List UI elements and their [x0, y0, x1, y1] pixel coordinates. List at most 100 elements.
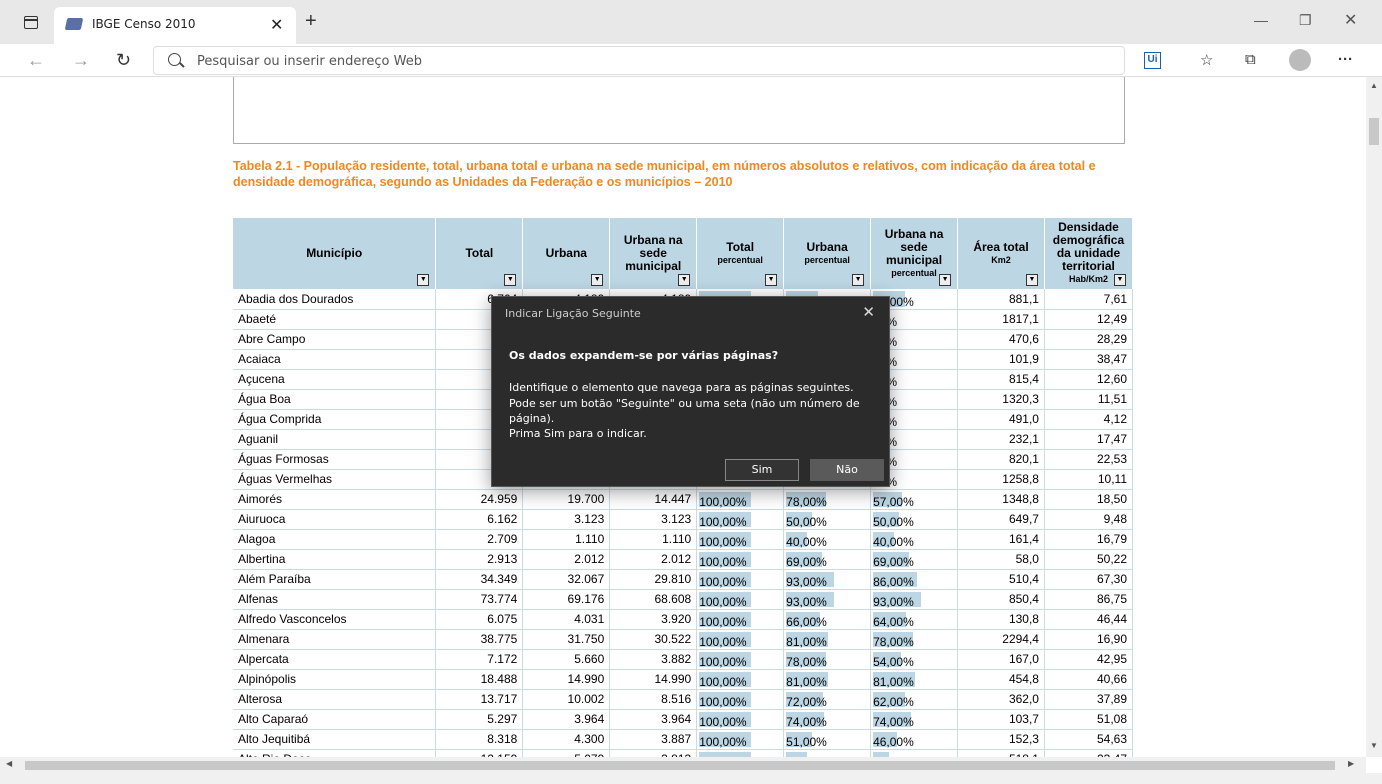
scroll-up-icon[interactable]: ▲ [1370, 81, 1378, 90]
search-icon [168, 53, 181, 66]
no-button[interactable]: Não [810, 459, 884, 481]
table-cell: 69,00% [870, 549, 959, 570]
percent-value: 81,00% [786, 635, 827, 649]
favorites-icon[interactable]: ☆ [1200, 51, 1213, 69]
filter-dropdown-icon[interactable]: ▼ [504, 274, 517, 286]
new-tab-icon[interactable]: + [305, 10, 317, 33]
address-input[interactable]: Pesquisar ou inserir endereço Web [153, 46, 1125, 75]
percent-value: 100,00% [699, 695, 747, 709]
filter-dropdown-icon[interactable]: ▼ [852, 274, 865, 286]
table-cell: 100,00% [696, 629, 785, 650]
filter-dropdown-icon[interactable]: ▼ [765, 274, 778, 286]
dialog-close-icon[interactable]: ✕ [862, 303, 875, 321]
table-cell: 8.516 [609, 689, 698, 710]
column-label: Urbana na sede municipal [884, 226, 944, 267]
table-cell: 10.002 [522, 689, 611, 710]
column-header: Área total Km2 ▼ [957, 218, 1045, 289]
table-cell: 74,00% [870, 709, 959, 730]
table-cell: 4,12 [1044, 409, 1134, 430]
table-cell: 18,50 [1044, 489, 1134, 510]
table-cell: Almenara [233, 629, 437, 650]
browser-tab[interactable]: IBGE Censo 2010 ✕ [54, 7, 296, 44]
table-cell: Alfredo Vasconcelos [233, 609, 437, 630]
table-cell: 2.012 [609, 549, 698, 570]
dialog-question: Os dados expandem-se por várias páginas? [509, 349, 779, 362]
table-cell: 470,6 [957, 329, 1045, 350]
percent-value: 93,00% [873, 595, 914, 609]
column-header: Total percentual ▼ [696, 218, 785, 289]
forward-icon[interactable]: → [72, 50, 90, 71]
column-label: Urbana [545, 246, 587, 260]
filter-dropdown-icon[interactable]: ▼ [678, 274, 691, 286]
column-label: Densidade demográfica da unidade territo… [1052, 220, 1125, 273]
table-cell: 13.717 [435, 689, 524, 710]
filter-dropdown-icon[interactable]: ▼ [591, 274, 604, 286]
table-cell: 232,1 [957, 429, 1045, 450]
table-row: Albertina 2.913 2.012 2.012 100,00% 69,00% 69,… [233, 549, 1134, 570]
address-bar-row: ← → ↻ Pesquisar ou inserir endereço Web … [0, 44, 1382, 77]
table-cell: 32.067 [522, 569, 611, 590]
scroll-right-icon[interactable]: ▶ [1348, 759, 1354, 768]
tab-actions-icon[interactable] [24, 16, 38, 29]
table-cell: 5.079 [522, 749, 611, 757]
table-cell: 50,00% [783, 509, 872, 530]
table-cell: 3.887 [609, 729, 698, 750]
more-icon[interactable]: ··· [1338, 51, 1353, 68]
vertical-scroll-thumb[interactable] [1369, 118, 1379, 145]
percent-value: 78,00% [786, 655, 827, 669]
restore-icon[interactable]: ❐ [1299, 12, 1312, 29]
table-cell: 5.297 [435, 709, 524, 730]
filter-dropdown-icon[interactable]: ▼ [939, 274, 952, 286]
refresh-icon[interactable]: ↻ [116, 50, 131, 71]
table-cell: 3.920 [609, 609, 698, 630]
table-cell: 51,08 [1044, 709, 1134, 730]
vertical-scrollbar[interactable]: ▲ ▼ [1366, 77, 1382, 757]
back-icon[interactable]: ← [27, 50, 45, 71]
close-window-icon[interactable]: ✕ [1344, 10, 1357, 30]
table-cell: 22,53 [1044, 449, 1134, 470]
table-cell: 68.608 [609, 589, 698, 610]
table-cell: Alterosa [233, 689, 437, 710]
table-cell: 40,00% [870, 529, 959, 550]
filter-dropdown-icon[interactable]: ▼ [417, 274, 430, 286]
table-cell: 50,00% [870, 509, 959, 530]
table-cell: 12,60 [1044, 369, 1134, 390]
table-cell: 81,00% [870, 669, 959, 690]
immersive-reader-icon[interactable]: Ui [1144, 52, 1161, 69]
table-cell: Acaiaca [233, 349, 437, 370]
table-cell: 1320,3 [957, 389, 1045, 410]
table-cell: 815,4 [957, 369, 1045, 390]
yes-button[interactable]: Sim [725, 459, 799, 481]
table-cell: 100,00% [696, 569, 785, 590]
table-cell: 3.964 [609, 709, 698, 730]
column-header: Urbana ▼ [522, 218, 611, 289]
filter-dropdown-icon[interactable]: ▼ [1025, 274, 1038, 286]
table-cell: 4.300 [522, 729, 611, 750]
table-cell: 29.810 [609, 569, 698, 590]
horizontal-scroll-thumb[interactable] [25, 761, 1335, 770]
table-header: Município ▼ Total ▼ Urbana ▼ Urbana na sede mu… [233, 218, 1134, 289]
table-row: Alfredo Vasconcelos 6.075 4.031 3.920 100,00… [233, 609, 1134, 630]
percent-value: 86,00% [873, 575, 914, 589]
table-cell: 3.882 [609, 649, 698, 670]
table-cell: 16,90 [1044, 629, 1134, 650]
minimize-icon[interactable]: — [1254, 12, 1268, 28]
profile-avatar[interactable] [1289, 49, 1311, 71]
scroll-left-icon[interactable]: ◀ [6, 759, 12, 768]
collections-icon[interactable]: ⧉ [1245, 51, 1256, 68]
filter-dropdown-icon[interactable]: ▼ [1114, 274, 1126, 286]
scroll-down-icon[interactable]: ▼ [1370, 741, 1378, 750]
horizontal-scrollbar[interactable]: ◀ ▶ [0, 757, 1366, 773]
close-tab-icon[interactable]: ✕ [270, 15, 283, 35]
table-cell: 2.913 [435, 549, 524, 570]
table-caption: Tabela 2.1 - População residente, total,… [233, 159, 1096, 189]
column-header: Urbana na sede municipal percentual ▼ [870, 218, 959, 289]
table-cell: 46,44 [1044, 609, 1134, 630]
percent-value: 81,00% [786, 675, 827, 689]
table-cell: 100,00% [696, 649, 785, 670]
column-unit: Km2 [991, 254, 1011, 265]
percent-value: 54,00% [873, 655, 914, 669]
table-cell: 67,30 [1044, 569, 1134, 590]
table-row: Alto Caparaó 5.297 3.964 3.964 100,00% 74,00%… [233, 709, 1134, 730]
percent-value: 64,00% [873, 615, 914, 629]
